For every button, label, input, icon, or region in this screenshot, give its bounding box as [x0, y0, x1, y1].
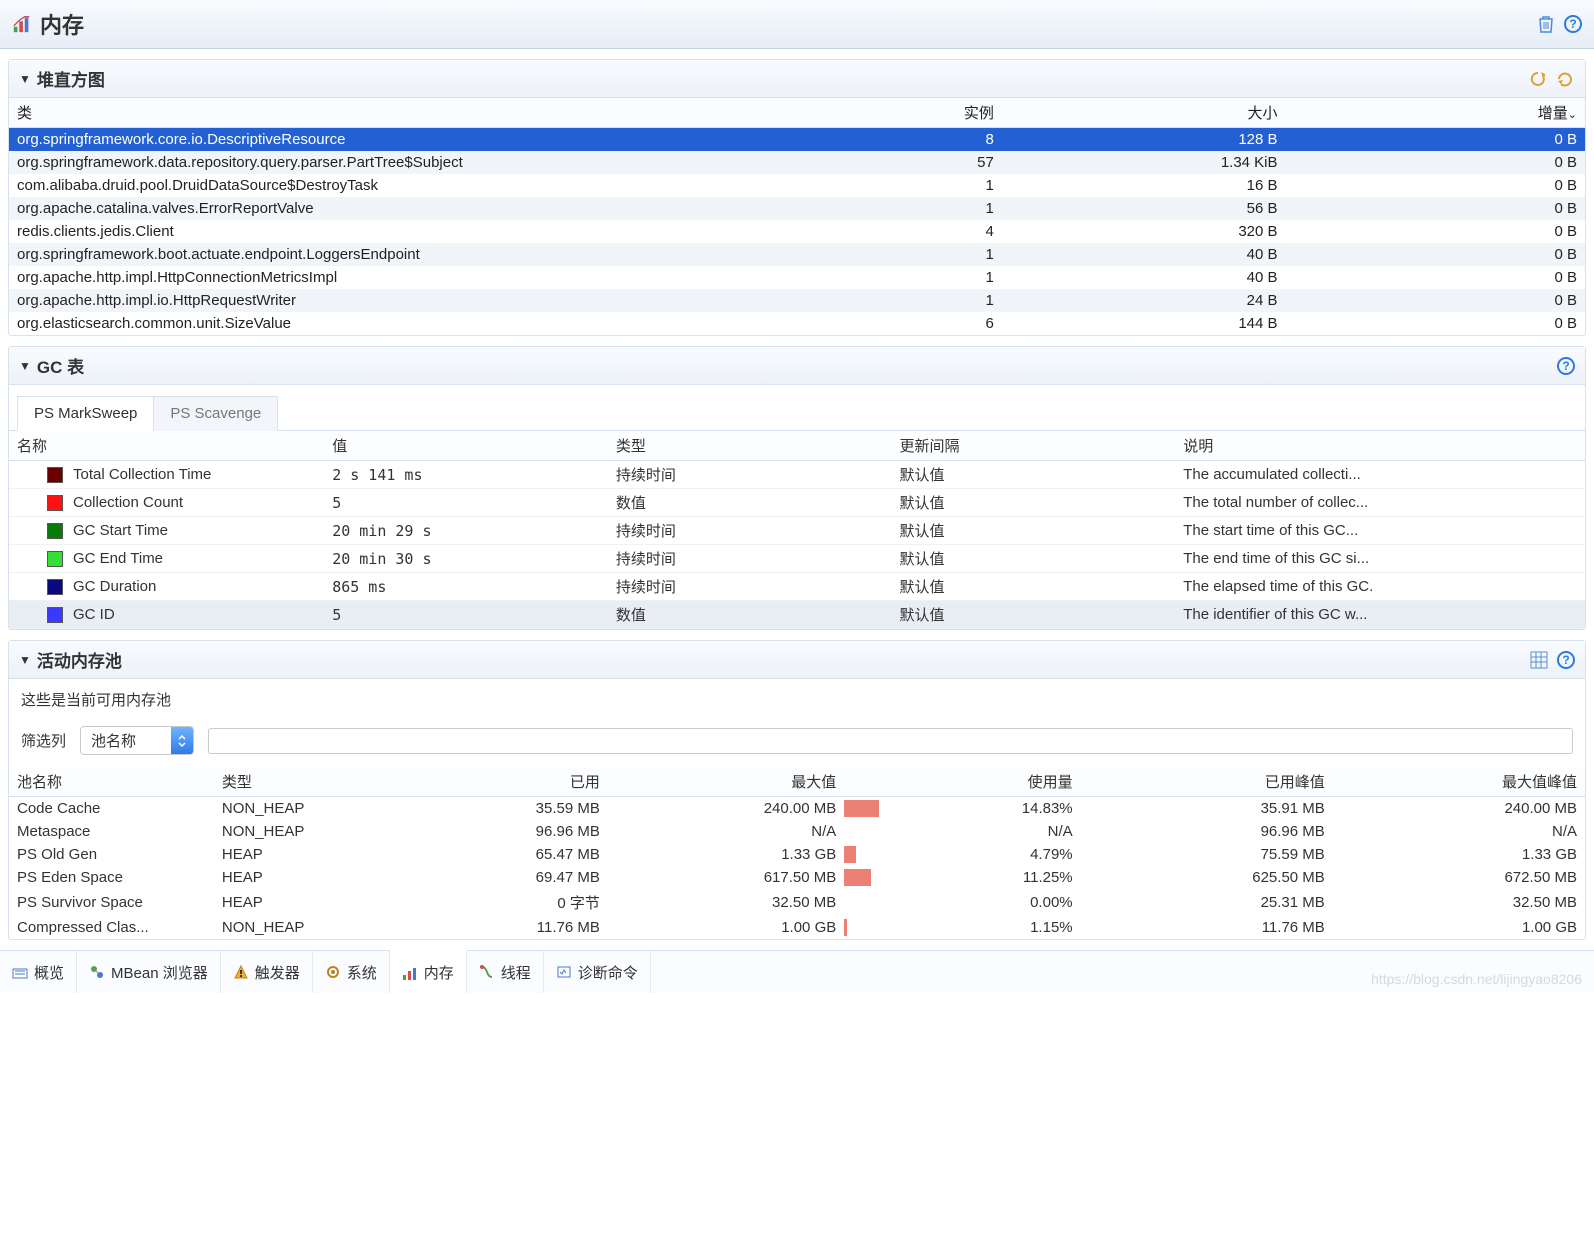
tab-mbean[interactable]: MBean 浏览器	[77, 951, 221, 993]
tab-diag[interactable]: 诊断命令	[544, 951, 651, 993]
pool-desc: 这些是当前可用内存池	[9, 679, 1585, 720]
gc-section-title: GC 表	[37, 353, 84, 378]
col-desc[interactable]: 说明	[1175, 431, 1585, 461]
col-pool-used[interactable]: 已用	[371, 767, 607, 797]
col-pool-peak-used[interactable]: 已用峰值	[1081, 767, 1333, 797]
col-size[interactable]: 大小	[1002, 98, 1286, 128]
col-pool-name[interactable]: 池名称	[9, 767, 214, 797]
table-row[interactable]: Code CacheNON_HEAP35.59 MB240.00 MB14.83…	[9, 797, 1585, 821]
gc-section: ▼ GC 表 ? PS MarkSweep PS Scavenge 名称 值 类…	[8, 346, 1586, 630]
table-row[interactable]: org.springframework.boot.actuate.endpoin…	[9, 243, 1585, 266]
threads-icon	[479, 964, 495, 980]
col-name[interactable]: 名称	[9, 431, 324, 461]
trigger-icon	[233, 964, 249, 980]
col-pool-usage[interactable]: 使用量	[844, 767, 1080, 797]
chevron-updown-icon	[171, 727, 193, 754]
table-row[interactable]: MetaspaceNON_HEAP96.96 MBN/AN/A96.96 MBN…	[9, 820, 1585, 843]
collapse-toggle[interactable]: ▼	[19, 653, 31, 667]
col-class[interactable]: 类	[9, 98, 765, 128]
system-icon	[325, 964, 341, 980]
heap-table: 类 实例 大小 增量⌄ org.springframework.core.io.…	[9, 98, 1585, 335]
table-row[interactable]: org.springframework.data.repository.quer…	[9, 151, 1585, 174]
tab-threads[interactable]: 线程	[467, 951, 544, 993]
table-row[interactable]: Compressed Clas...NON_HEAP11.76 MB1.00 G…	[9, 916, 1585, 939]
page-title: 内存	[40, 8, 84, 40]
memory-pool-section: ▼ 活动内存池 ? 这些是当前可用内存池 筛选列 池名称 池名称 类型 已用 最…	[8, 640, 1586, 940]
heap-section-title: 堆直方图	[37, 66, 105, 91]
help-icon[interactable]: ?	[1557, 651, 1575, 669]
col-instances[interactable]: 实例	[765, 98, 1001, 128]
col-delta[interactable]: 增量⌄	[1286, 98, 1585, 128]
filter-column-select[interactable]: 池名称	[80, 726, 194, 755]
diag-icon	[556, 964, 572, 980]
table-row[interactable]: org.apache.catalina.valves.ErrorReportVa…	[9, 197, 1585, 220]
tab-ps-marksweep[interactable]: PS MarkSweep	[17, 396, 154, 431]
filter-label: 筛选列	[21, 730, 66, 751]
table-row[interactable]: GC Start Time20 min 29 s持续时间默认值The start…	[9, 517, 1585, 545]
filter-input[interactable]	[208, 728, 1573, 754]
bottom-tabs: 概览 MBean 浏览器 触发器 系统 内存 线程 诊断命令	[0, 950, 1594, 993]
table-row[interactable]: GC Duration865 ms持续时间默认值The elapsed time…	[9, 573, 1585, 601]
table-row[interactable]: Collection Count5数值默认值The total number o…	[9, 489, 1585, 517]
tab-ps-scavenge[interactable]: PS Scavenge	[153, 396, 278, 431]
col-pool-peak-max[interactable]: 最大值峰值	[1333, 767, 1585, 797]
pool-table: 池名称 类型 已用 最大值 使用量 已用峰值 最大值峰值 Code CacheN…	[9, 767, 1585, 939]
collapse-toggle[interactable]: ▼	[19, 72, 31, 86]
tab-system[interactable]: 系统	[313, 951, 390, 993]
heap-histogram-section: ▼ 堆直方图 类 实例 大小 增量⌄ org.springframework.c…	[8, 59, 1586, 336]
col-interval[interactable]: 更新间隔	[892, 431, 1176, 461]
col-type[interactable]: 类型	[608, 431, 892, 461]
help-icon[interactable]: ?	[1564, 15, 1582, 33]
watermark: https://blog.csdn.net/lijingyao8206	[1371, 971, 1582, 987]
overview-icon	[12, 964, 28, 980]
memory-icon	[12, 14, 32, 34]
table-row[interactable]: PS Survivor SpaceHEAP0 字节32.50 MB0.00%25…	[9, 889, 1585, 916]
gc-tabs: PS MarkSweep PS Scavenge	[9, 385, 1585, 431]
col-pool-max[interactable]: 最大值	[608, 767, 844, 797]
table-row[interactable]: GC End Time20 min 30 s持续时间默认值The end tim…	[9, 545, 1585, 573]
refresh-icon[interactable]	[1527, 69, 1547, 89]
table-row[interactable]: org.apache.http.impl.HttpConnectionMetri…	[9, 266, 1585, 289]
page-header: 内存 ?	[0, 0, 1594, 49]
memory-tab-icon	[402, 965, 418, 981]
table-row[interactable]: PS Old GenHEAP65.47 MB1.33 GB4.79%75.59 …	[9, 843, 1585, 866]
mbean-icon	[89, 964, 105, 980]
table-row[interactable]: redis.clients.jedis.Client4320 B0 B	[9, 220, 1585, 243]
collapse-toggle[interactable]: ▼	[19, 359, 31, 373]
tab-memory[interactable]: 内存	[390, 950, 467, 993]
table-row[interactable]: org.apache.http.impl.io.HttpRequestWrite…	[9, 289, 1585, 312]
trash-icon[interactable]	[1536, 14, 1556, 34]
tab-overview[interactable]: 概览	[0, 951, 77, 993]
help-icon[interactable]: ?	[1557, 357, 1575, 375]
table-row[interactable]: org.springframework.core.io.DescriptiveR…	[9, 128, 1585, 152]
table-row[interactable]: PS Eden SpaceHEAP69.47 MB617.50 MB11.25%…	[9, 866, 1585, 889]
table-row[interactable]: Total Collection Time2 s 141 ms持续时间默认值Th…	[9, 461, 1585, 489]
table-row[interactable]: com.alibaba.druid.pool.DruidDataSource$D…	[9, 174, 1585, 197]
sort-indicator-icon: ⌄	[1568, 109, 1577, 121]
grid-icon[interactable]	[1529, 650, 1549, 670]
col-pool-type[interactable]: 类型	[214, 767, 372, 797]
reset-delta-icon[interactable]	[1555, 69, 1575, 89]
col-value[interactable]: 值	[324, 431, 608, 461]
tab-trigger[interactable]: 触发器	[221, 951, 313, 993]
gc-table: 名称 值 类型 更新间隔 说明 Total Collection Time2 s…	[9, 431, 1585, 629]
table-row[interactable]: GC ID5数值默认值The identifier of this GC w..…	[9, 601, 1585, 629]
table-row[interactable]: org.elasticsearch.common.unit.SizeValue6…	[9, 312, 1585, 335]
pool-section-title: 活动内存池	[37, 647, 122, 672]
